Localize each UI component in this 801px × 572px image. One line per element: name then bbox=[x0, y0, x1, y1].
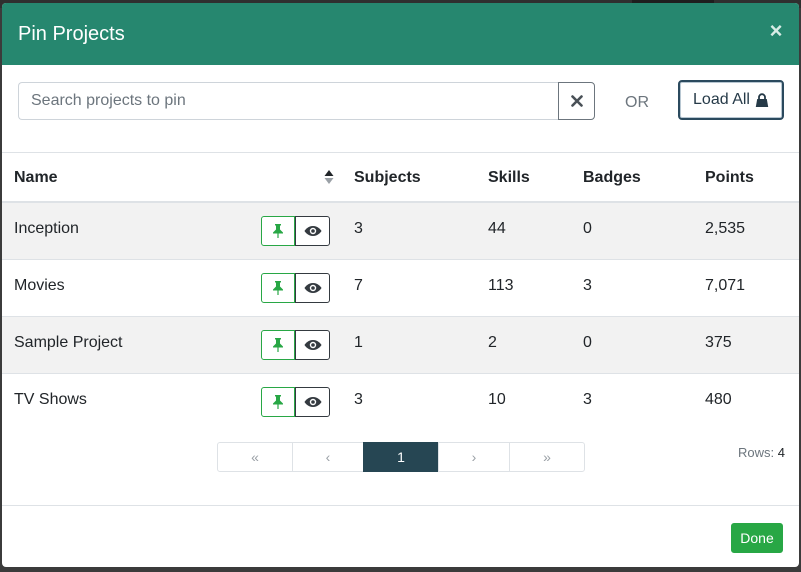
project-skills: 2 bbox=[488, 334, 497, 351]
pagination: « ‹ 1 › » bbox=[217, 442, 585, 472]
row-actions bbox=[261, 330, 330, 360]
search-row: OR Load All bbox=[2, 65, 799, 153]
page-1-button[interactable]: 1 bbox=[363, 442, 439, 472]
times-icon bbox=[570, 95, 583, 107]
row-actions bbox=[261, 273, 330, 303]
eye-icon bbox=[304, 340, 321, 350]
last-page-button[interactable]: » bbox=[509, 442, 585, 472]
eye-icon bbox=[304, 397, 321, 407]
project-badges: 3 bbox=[583, 277, 592, 294]
sort-icon[interactable] bbox=[324, 169, 334, 185]
eye-icon bbox=[304, 283, 321, 293]
rows-value: 4 bbox=[777, 445, 785, 460]
load-all-button[interactable]: Load All bbox=[678, 80, 784, 120]
view-button[interactable] bbox=[295, 330, 330, 360]
row-actions bbox=[261, 216, 330, 246]
pin-projects-modal: Pin Projects × OR Load All Name Subjects bbox=[2, 3, 799, 567]
modal-header: Pin Projects × bbox=[2, 3, 799, 65]
row-actions bbox=[261, 387, 330, 417]
project-skills: 44 bbox=[488, 220, 506, 237]
column-header-badges[interactable]: Badges bbox=[583, 169, 641, 187]
done-button[interactable]: Done bbox=[731, 523, 783, 553]
pin-icon bbox=[273, 395, 283, 409]
column-header-points[interactable]: Points bbox=[705, 169, 754, 187]
column-header-subjects[interactable]: Subjects bbox=[354, 169, 421, 187]
project-points: 480 bbox=[705, 391, 732, 408]
project-subjects: 1 bbox=[354, 334, 363, 351]
clear-search-button[interactable] bbox=[558, 82, 595, 120]
pin-icon bbox=[273, 338, 283, 352]
table-row: Inception 3 44 0 2,535 bbox=[2, 203, 799, 260]
project-name: Movies bbox=[14, 277, 65, 294]
table-row: Movies 7 113 3 7,071 bbox=[2, 260, 799, 317]
view-button[interactable] bbox=[295, 216, 330, 246]
project-name: Sample Project bbox=[14, 334, 123, 351]
modal-footer: Done bbox=[2, 505, 799, 567]
view-button[interactable] bbox=[295, 273, 330, 303]
project-points: 2,535 bbox=[705, 220, 746, 237]
or-label: OR bbox=[625, 94, 649, 111]
project-subjects: 3 bbox=[354, 391, 363, 408]
column-header-name[interactable]: Name bbox=[14, 169, 58, 187]
project-subjects: 7 bbox=[354, 277, 363, 294]
project-skills: 10 bbox=[488, 391, 506, 408]
modal-title: Pin Projects bbox=[18, 23, 125, 45]
pin-button[interactable] bbox=[261, 216, 295, 246]
lock-icon bbox=[755, 92, 769, 107]
pin-button[interactable] bbox=[261, 387, 295, 417]
project-name: TV Shows bbox=[14, 391, 87, 408]
project-name: Inception bbox=[14, 220, 79, 237]
project-badges: 0 bbox=[583, 334, 592, 351]
table-row: TV Shows 3 10 3 480 bbox=[2, 374, 799, 430]
rows-count: Rows: 4 bbox=[738, 445, 785, 460]
rows-label: Rows: bbox=[738, 445, 775, 460]
first-page-button[interactable]: « bbox=[217, 442, 293, 472]
project-skills: 113 bbox=[488, 277, 514, 294]
pin-icon bbox=[273, 281, 283, 295]
project-points: 375 bbox=[705, 334, 732, 351]
table-row: Sample Project 1 2 0 375 bbox=[2, 317, 799, 374]
pin-button[interactable] bbox=[261, 273, 295, 303]
eye-icon bbox=[304, 226, 321, 236]
search-input[interactable] bbox=[18, 82, 558, 120]
project-badges: 3 bbox=[583, 391, 592, 408]
projects-table: Name Subjects Skills Badges Points Incep… bbox=[2, 153, 799, 430]
previous-page-button[interactable]: ‹ bbox=[292, 442, 364, 472]
load-all-label: Load All bbox=[693, 91, 750, 108]
project-subjects: 3 bbox=[354, 220, 363, 237]
pin-button[interactable] bbox=[261, 330, 295, 360]
project-points: 7,071 bbox=[705, 277, 746, 294]
view-button[interactable] bbox=[295, 387, 330, 417]
column-header-skills[interactable]: Skills bbox=[488, 169, 530, 187]
table-header: Name Subjects Skills Badges Points bbox=[2, 153, 799, 203]
pin-icon bbox=[273, 224, 283, 238]
next-page-button[interactable]: › bbox=[438, 442, 510, 472]
close-button[interactable]: × bbox=[767, 19, 785, 43]
project-badges: 0 bbox=[583, 220, 592, 237]
